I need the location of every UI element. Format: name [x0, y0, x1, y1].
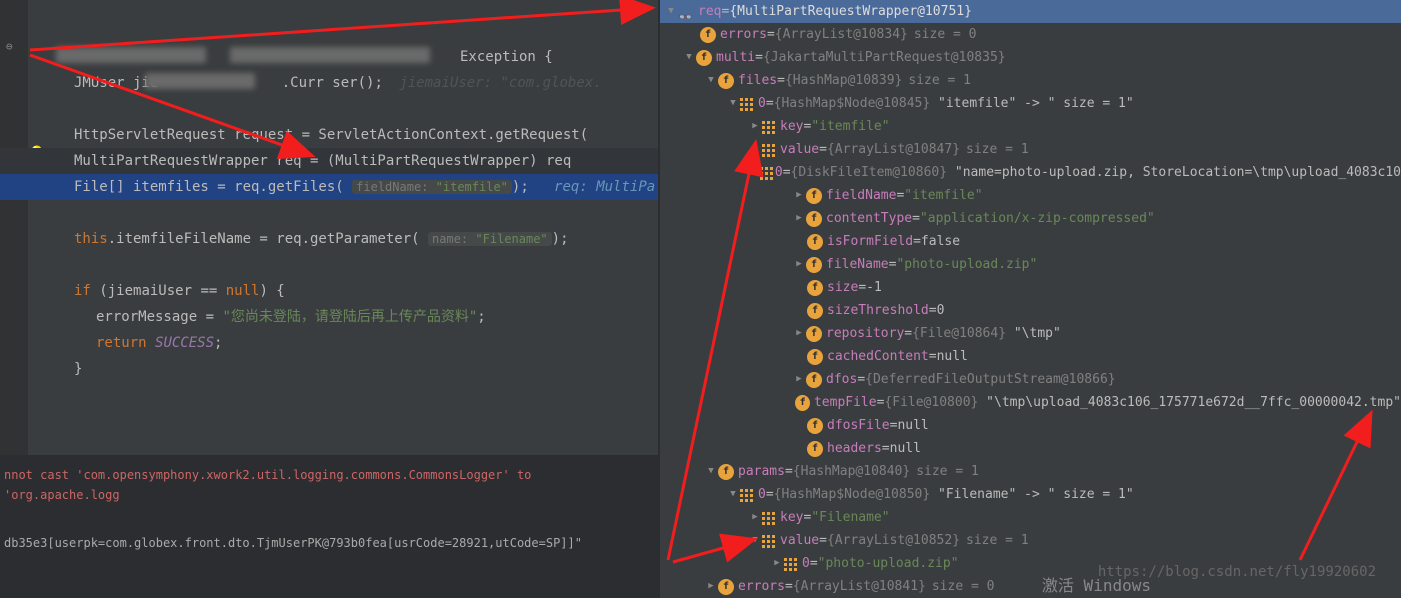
tree-node[interactable]: ▼0 = {DiskFileItem@10860} "name=photo-up… — [660, 161, 1401, 184]
field-icon: f — [806, 211, 822, 227]
console-error-line: nnot cast 'com.opensymphony.xwork2.util.… — [4, 465, 654, 505]
code-line: if (jiemaiUser == null) { — [60, 278, 658, 304]
code-line-highlighted: MultiPartRequestWrapper req = (MultiPart… — [0, 148, 658, 174]
field-icon: f — [807, 303, 823, 319]
code-line-breakpoint: File[] itemfiles = req.getFiles( fieldNa… — [0, 174, 658, 200]
field-icon: f — [807, 234, 823, 250]
field-icon: f — [718, 579, 734, 595]
tree-node[interactable]: ▼fparams = {HashMap@10840}size = 1 — [660, 460, 1401, 483]
field-icon: f — [807, 280, 823, 296]
field-icon: f — [718, 464, 734, 480]
tree-node[interactable]: ▼value = {ArrayList@10847}size = 1 — [660, 138, 1401, 161]
code-area[interactable]: Exception { JMUser jie .Curr ser(); jiem… — [0, 0, 658, 455]
tree-node-root[interactable]: ▼👓req = {MultiPartRequestWrapper@10751} — [660, 0, 1401, 23]
list-icon — [762, 534, 776, 548]
code-text: .Curr ser(); — [282, 75, 383, 91]
list-icon — [740, 97, 754, 111]
console-panel[interactable]: nnot cast 'com.opensymphony.xwork2.util.… — [0, 457, 658, 598]
field-icon: f — [806, 326, 822, 342]
tree-node[interactable]: fheaders = null — [660, 437, 1401, 460]
tree-node[interactable]: ▶ffieldName = "itemfile" — [660, 184, 1401, 207]
list-icon — [760, 166, 771, 180]
list-icon — [762, 143, 776, 157]
code-line: errorMessage = "您尚未登陆，请登陆后再上传产品资料"; — [60, 304, 658, 330]
list-icon — [762, 120, 776, 134]
tree-node[interactable]: ▼0 = {HashMap$Node@10845} "itemfile" -> … — [660, 92, 1401, 115]
tree-node[interactable]: ▶fdfos = {DeferredFileOutputStream@10866… — [660, 368, 1401, 391]
field-icon: f — [807, 418, 823, 434]
tree-node[interactable]: fsizeThreshold = 0 — [660, 299, 1401, 322]
field-icon: f — [807, 441, 823, 457]
code-line: } — [60, 356, 658, 382]
tree-node[interactable]: fdfosFile = null — [660, 414, 1401, 437]
console-info-line: db35e3[userpk=com.globex.front.dto.TjmUs… — [4, 533, 654, 553]
field-icon: f — [806, 188, 822, 204]
field-icon: f — [700, 27, 716, 43]
tree-node[interactable]: ▶fcontentType = "application/x-zip-compr… — [660, 207, 1401, 230]
tree-node[interactable]: ferrors = {ArrayList@10834}size = 0 — [660, 23, 1401, 46]
field-icon: f — [696, 50, 712, 66]
field-icon: f — [806, 372, 822, 388]
field-icon: f — [718, 73, 734, 89]
tree-node[interactable]: fisFormField = false — [660, 230, 1401, 253]
field-icon: f — [807, 349, 823, 365]
code-editor-panel: ⊖ 💡 Exception { JMUser jie .Curr ser(); … — [0, 0, 658, 598]
tree-node[interactable]: ▼fmulti = {JakartaMultiPartRequest@10835… — [660, 46, 1401, 69]
watch-icon: 👓 — [678, 6, 694, 18]
code-line: return SUCCESS; — [60, 330, 658, 356]
tree-node[interactable]: ▼0 = {HashMap$Node@10850} "Filename" -> … — [660, 483, 1401, 506]
code-line: this.itemfileFileName = req.getParameter… — [60, 226, 658, 252]
tree-node[interactable]: ▶key = "itemfile" — [660, 115, 1401, 138]
tree-node[interactable]: ▼ffiles = {HashMap@10839}size = 1 — [660, 69, 1401, 92]
code-line: HttpServletRequest request = ServletActi… — [60, 122, 658, 148]
field-icon: f — [806, 257, 822, 273]
tree-node[interactable]: ▼value = {ArrayList@10852}size = 1 — [660, 529, 1401, 552]
tree-node[interactable]: fsize = -1 — [660, 276, 1401, 299]
inline-hint: jiemaiUser: "com.globex. — [399, 75, 601, 91]
csdn-watermark: https://blog.csdn.net/fly19920602 — [1098, 564, 1376, 580]
list-icon — [762, 511, 776, 525]
field-icon: f — [795, 395, 810, 411]
debugger-variables-panel[interactable]: ▼👓req = {MultiPartRequestWrapper@10751} … — [660, 0, 1401, 598]
list-icon — [740, 488, 754, 502]
code-text: Exception { — [460, 49, 553, 65]
tree-node[interactable]: ftempFile = {File@10800} "\tmp\upload_40… — [660, 391, 1401, 414]
tree-node[interactable]: fcachedContent = null — [660, 345, 1401, 368]
tree-node[interactable]: ▶key = "Filename" — [660, 506, 1401, 529]
list-icon — [784, 557, 798, 571]
tree-node[interactable]: ▶ffileName = "photo-upload.zip" — [660, 253, 1401, 276]
tree-node[interactable]: ▶frepository = {File@10864} "\tmp" — [660, 322, 1401, 345]
